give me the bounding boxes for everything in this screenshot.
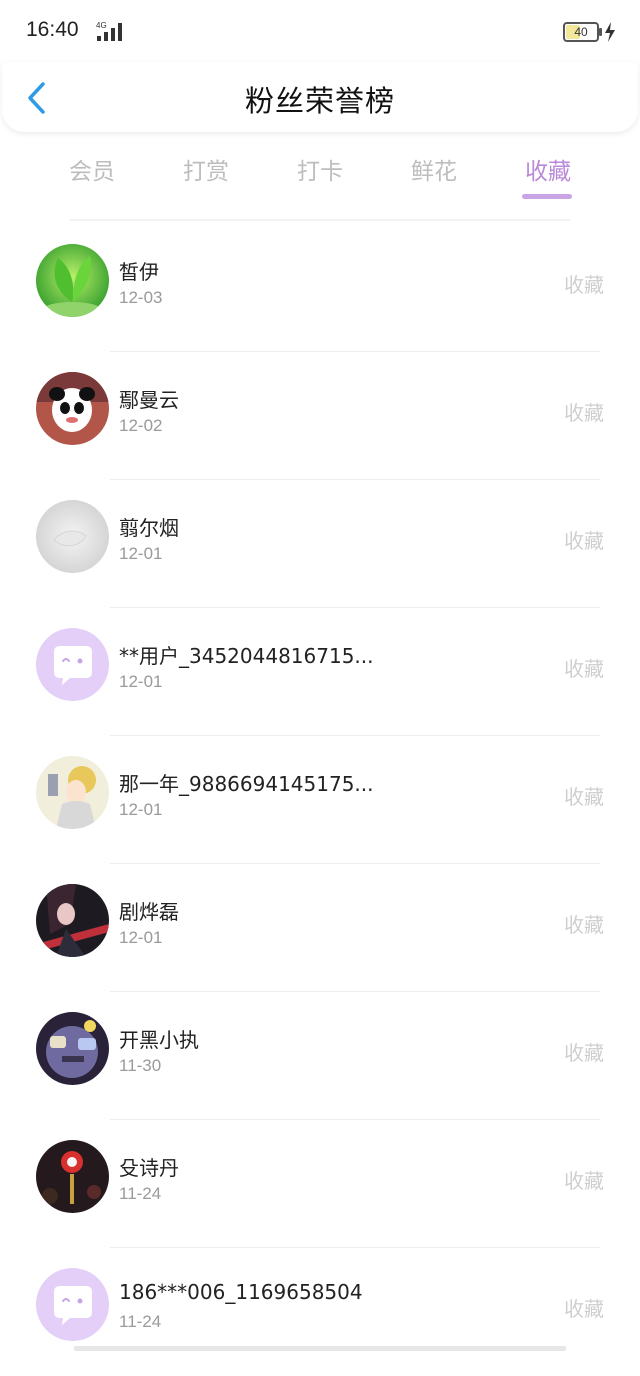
- charging-icon: [605, 22, 615, 42]
- list-item[interactable]: 开黑小执 11-30 收藏: [0, 992, 640, 1120]
- action-label: 收藏: [564, 785, 604, 809]
- tab-favorites-label: 收藏: [525, 159, 571, 185]
- default-avatar: [36, 1268, 109, 1341]
- battery-level: 40: [574, 25, 588, 39]
- fan-name: 皙伊: [119, 260, 159, 284]
- action-label: 收藏: [564, 1169, 604, 1193]
- fan-name: 殳诗丹: [119, 1156, 179, 1180]
- list-item[interactable]: 186***006_1169658504 11-24 收藏: [0, 1248, 640, 1376]
- avatar: [36, 1140, 109, 1213]
- fan-date: 11-24: [119, 1312, 162, 1331]
- action-label: 收藏: [564, 913, 604, 937]
- list-item[interactable]: 皙伊 12-03 收藏: [0, 224, 640, 352]
- action-label: 收藏: [564, 1297, 604, 1321]
- fan-date: 12-01: [119, 800, 163, 819]
- avatar: [36, 1012, 109, 1085]
- page-title: 粉丝荣誉榜: [244, 84, 395, 118]
- fan-name: 翦尔烟: [119, 516, 179, 540]
- tab-bar: 会员 打赏 打卡 鲜花 收藏: [0, 140, 640, 204]
- active-tab-indicator: [522, 194, 572, 199]
- list-item[interactable]: 殳诗丹 11-24 收藏: [0, 1120, 640, 1248]
- signal-icon: 4G: [96, 21, 122, 41]
- list-item[interactable]: 剧烨磊 12-01 收藏: [0, 864, 640, 992]
- list-item[interactable]: 鄢曼云 12-02 收藏: [0, 352, 640, 480]
- status-time: 16:40: [26, 18, 79, 41]
- fan-name: 186***006_1169658504: [119, 1280, 363, 1304]
- avatar: [36, 244, 109, 317]
- fan-date: 12-01: [119, 672, 163, 691]
- battery-icon: 40: [563, 22, 599, 42]
- network-type: 4G: [96, 21, 107, 30]
- battery-cap: [599, 28, 602, 36]
- action-label: 收藏: [564, 657, 604, 681]
- fan-list: 皙伊 12-03 收藏 鄢曼云 12-02 收藏 翦尔烟 12-01 收藏 **…: [0, 224, 640, 1376]
- divider: [70, 219, 570, 221]
- avatar: [36, 756, 109, 829]
- fan-name: **用户_3452044816715...: [119, 644, 374, 668]
- fan-date: 12-01: [119, 544, 163, 563]
- fan-date: 12-01: [119, 928, 163, 947]
- fan-name: 鄢曼云: [119, 388, 179, 412]
- fan-date: 12-02: [119, 416, 163, 435]
- list-item[interactable]: **用户_3452044816715... 12-01 收藏: [0, 608, 640, 736]
- scroll-edge: [74, 1346, 566, 1351]
- action-label: 收藏: [564, 401, 604, 425]
- fan-date: 11-30: [119, 1056, 162, 1075]
- fan-date: 11-24: [119, 1184, 162, 1203]
- list-item[interactable]: 那一年_9886694145175... 12-01 收藏: [0, 736, 640, 864]
- tab-checkin[interactable]: 打卡: [270, 152, 370, 186]
- status-bar: 16:40 4G 40: [0, 0, 640, 64]
- avatar: [36, 500, 109, 573]
- tab-member[interactable]: 会员: [42, 152, 142, 186]
- action-label: 收藏: [564, 529, 604, 553]
- action-label: 收藏: [564, 1041, 604, 1065]
- action-label: 收藏: [564, 273, 604, 297]
- tab-reward[interactable]: 打赏: [156, 152, 256, 186]
- app-header: 粉丝荣誉榜: [2, 62, 638, 132]
- avatar: [36, 372, 109, 445]
- tab-flowers[interactable]: 鲜花: [384, 152, 484, 186]
- default-avatar: [36, 628, 109, 701]
- fan-name: 开黑小执: [119, 1028, 199, 1052]
- tab-favorites[interactable]: 收藏: [498, 152, 598, 199]
- fan-date: 12-03: [119, 288, 163, 307]
- fan-name: 剧烨磊: [119, 900, 179, 924]
- fan-name: 那一年_9886694145175...: [119, 772, 374, 796]
- avatar: [36, 884, 109, 957]
- list-item[interactable]: 翦尔烟 12-01 收藏: [0, 480, 640, 608]
